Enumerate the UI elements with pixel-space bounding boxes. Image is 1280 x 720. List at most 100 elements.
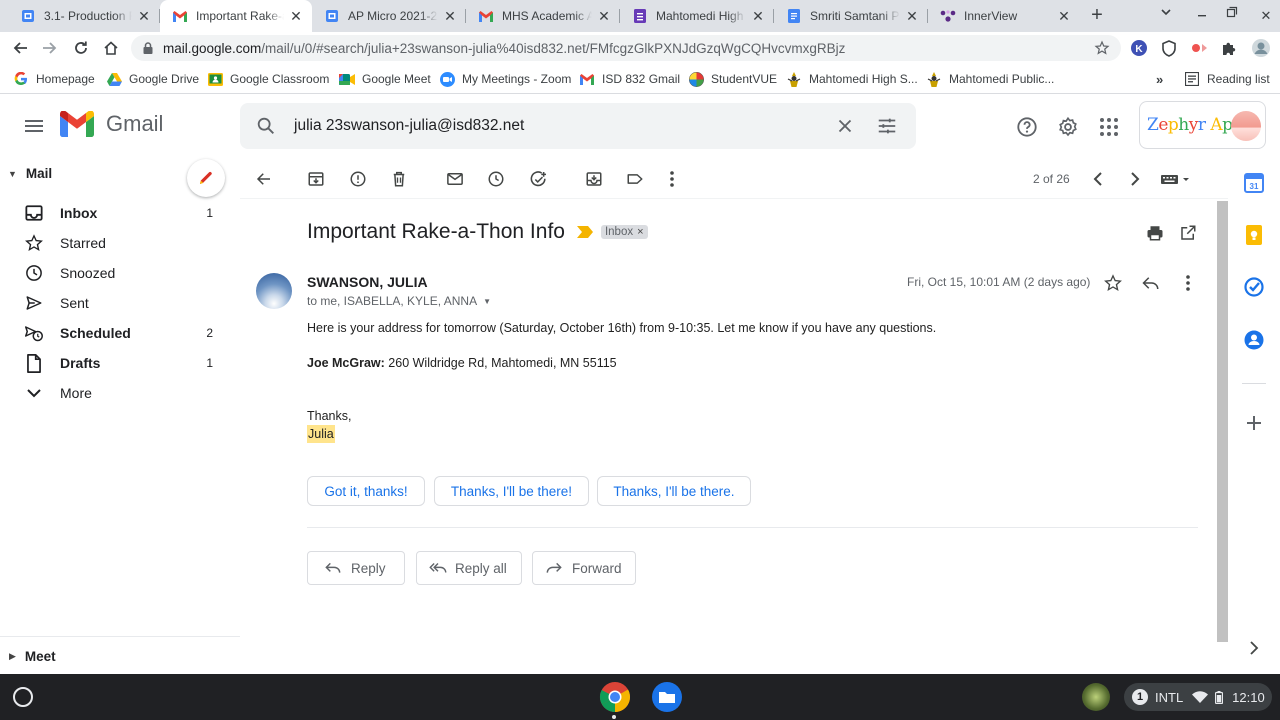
extensions-puzzle-icon[interactable] — [1218, 37, 1240, 59]
close-tab-icon[interactable]: ✕ — [288, 8, 304, 24]
snooze-icon[interactable] — [485, 168, 507, 190]
browser-tab-important-rake[interactable]: Important Rake-a- ✕ — [160, 0, 312, 32]
recipients-row[interactable]: to me, ISABELLA, KYLE, ANNA ▼ — [307, 294, 491, 308]
sidebar-item-scheduled[interactable]: Scheduled 2 — [0, 318, 230, 348]
newer-chevron-left-icon[interactable] — [1087, 168, 1109, 190]
bookmark-google-classroom[interactable]: Google Classroom — [207, 70, 329, 88]
smart-reply-chip[interactable]: Thanks, I'll be there! — [434, 476, 589, 506]
show-side-panel-chevron-icon[interactable] — [1243, 637, 1265, 659]
search-icon[interactable] — [255, 115, 279, 137]
add-to-tasks-icon[interactable] — [527, 168, 549, 190]
chrome-icon[interactable] — [599, 681, 631, 713]
message-more-options-icon[interactable] — [1177, 272, 1199, 294]
google-tasks-icon[interactable] — [1243, 276, 1265, 298]
lock-icon[interactable] — [141, 42, 155, 54]
mail-section-toggle[interactable]: ▼ Mail — [8, 166, 52, 181]
browser-tab-mahtomedi-high[interactable]: Mahtomedi High S ✕ — [620, 0, 774, 32]
google-keep-icon[interactable] — [1243, 224, 1265, 246]
forward-arrow-icon[interactable] — [38, 36, 62, 60]
profile-avatar-icon[interactable] — [1250, 37, 1272, 59]
bookmark-isd-gmail[interactable]: ISD 832 Gmail — [579, 70, 680, 88]
sidebar-item-starred[interactable]: Starred — [0, 228, 230, 258]
older-chevron-right-icon[interactable] — [1124, 168, 1146, 190]
more-bookmarks-icon[interactable]: » — [1156, 70, 1163, 88]
reading-list-button[interactable]: Reading list — [1184, 70, 1270, 88]
browser-tab-innerview[interactable]: InnerView ✕ — [928, 0, 1080, 32]
google-apps-icon[interactable] — [1097, 115, 1121, 139]
compose-button[interactable] — [187, 159, 225, 197]
sidebar-item-sent[interactable]: Sent — [0, 288, 230, 318]
account-switcher[interactable]: Zephyr Apps — [1139, 101, 1266, 149]
tab-search-icon[interactable] — [1160, 6, 1180, 26]
minimize-icon[interactable] — [1196, 6, 1216, 26]
bookmark-google-meet[interactable]: Google Meet — [339, 70, 431, 88]
close-tab-icon[interactable]: ✕ — [750, 8, 766, 24]
mark-unread-icon[interactable] — [444, 168, 466, 190]
close-tab-icon[interactable]: ✕ — [442, 8, 458, 24]
files-app-icon[interactable] — [651, 681, 683, 713]
get-add-ons-plus-icon[interactable] — [1243, 412, 1265, 434]
sidebar-item-inbox[interactable]: Inbox 1 — [0, 198, 230, 228]
bookmark-mahtomedi-public[interactable]: Mahtomedi Public... — [926, 70, 1054, 88]
sender-avatar[interactable] — [256, 273, 292, 309]
restore-icon[interactable] — [1226, 6, 1246, 26]
forward-button[interactable]: Forward — [532, 551, 636, 585]
sidebar-item-snoozed[interactable]: Snoozed — [0, 258, 230, 288]
star-email-icon[interactable] — [1102, 272, 1124, 294]
open-in-new-window-icon[interactable] — [1177, 222, 1199, 244]
search-options-icon[interactable] — [876, 115, 900, 137]
launcher-icon[interactable] — [13, 687, 33, 707]
delete-icon[interactable] — [388, 168, 410, 190]
meet-section-toggle[interactable]: ▶ Meet — [9, 649, 56, 664]
more-options-icon[interactable] — [661, 168, 683, 190]
bookmark-star-icon[interactable] — [1091, 37, 1113, 59]
search-bar[interactable]: julia 23swanson-julia@isd832.net — [240, 103, 916, 149]
reply-all-button[interactable]: Reply all — [416, 551, 522, 585]
browser-tab-mhs-academic[interactable]: MHS Academic Ac ✕ — [466, 0, 620, 32]
reload-icon[interactable] — [69, 36, 93, 60]
address-bar[interactable]: mail.google.com /mail/u/0/#search/julia+… — [131, 35, 1121, 61]
bookmark-zoom-meetings[interactable]: My Meetings - Zoom — [439, 70, 571, 88]
status-tray[interactable]: 1 INTL 12:10 — [1124, 683, 1272, 711]
bookmark-mahtomedi-high[interactable]: Mahtomedi High S... — [786, 70, 918, 88]
extension-shield-icon[interactable] — [1158, 37, 1180, 59]
input-tools-keyboard-icon[interactable] — [1159, 168, 1193, 190]
bookmark-homepage[interactable]: Homepage — [13, 70, 95, 88]
settings-gear-icon[interactable] — [1056, 115, 1080, 139]
main-menu-icon[interactable] — [22, 114, 46, 138]
move-to-icon[interactable] — [583, 168, 605, 190]
bookmark-studentvue[interactable]: StudentVUE — [688, 70, 777, 88]
home-icon[interactable] — [99, 36, 123, 60]
sidebar-item-more[interactable]: More — [0, 378, 230, 408]
close-tab-icon[interactable]: ✕ — [596, 8, 612, 24]
extension-record-icon[interactable] — [1188, 37, 1210, 59]
sidebar-item-drafts[interactable]: Drafts 1 — [0, 348, 230, 378]
report-spam-icon[interactable] — [347, 168, 369, 190]
clear-search-icon[interactable] — [834, 115, 858, 137]
browser-tab-ap-micro[interactable]: AP Micro 2021-22 ✕ — [312, 0, 466, 32]
back-arrow-icon[interactable] — [8, 36, 32, 60]
reply-button[interactable]: Reply — [307, 551, 405, 585]
avatar[interactable] — [1231, 111, 1261, 141]
browser-tab-production[interactable]: 3.1- Production Fu ✕ — [8, 0, 160, 32]
scrollbar[interactable] — [1217, 201, 1228, 642]
back-to-results-icon[interactable] — [253, 168, 275, 190]
close-tab-icon[interactable]: ✕ — [904, 8, 920, 24]
smart-reply-chip[interactable]: Got it, thanks! — [307, 476, 425, 506]
reply-icon[interactable] — [1140, 272, 1162, 294]
holding-space-icon[interactable] — [1082, 683, 1110, 711]
sender-name[interactable]: SWANSON, JULIA — [307, 274, 428, 290]
important-marker-icon[interactable] — [576, 226, 593, 238]
close-tab-icon[interactable]: ✕ — [136, 8, 152, 24]
bookmark-google-drive[interactable]: Google Drive — [106, 70, 199, 88]
help-icon[interactable] — [1015, 115, 1039, 139]
extension-k-icon[interactable]: K — [1128, 37, 1150, 59]
print-icon[interactable] — [1144, 222, 1166, 244]
label-icon[interactable] — [624, 168, 646, 190]
recipients-dropdown-icon[interactable]: ▼ — [483, 297, 491, 306]
google-calendar-icon[interactable]: 31 — [1243, 172, 1265, 194]
remove-label-icon[interactable]: × — [637, 226, 643, 238]
close-tab-icon[interactable]: ✕ — [1056, 8, 1072, 24]
browser-tab-smriti-samtani[interactable]: Smriti Samtani Pe ✕ — [774, 0, 928, 32]
new-tab-button[interactable]: + — [1085, 4, 1109, 28]
